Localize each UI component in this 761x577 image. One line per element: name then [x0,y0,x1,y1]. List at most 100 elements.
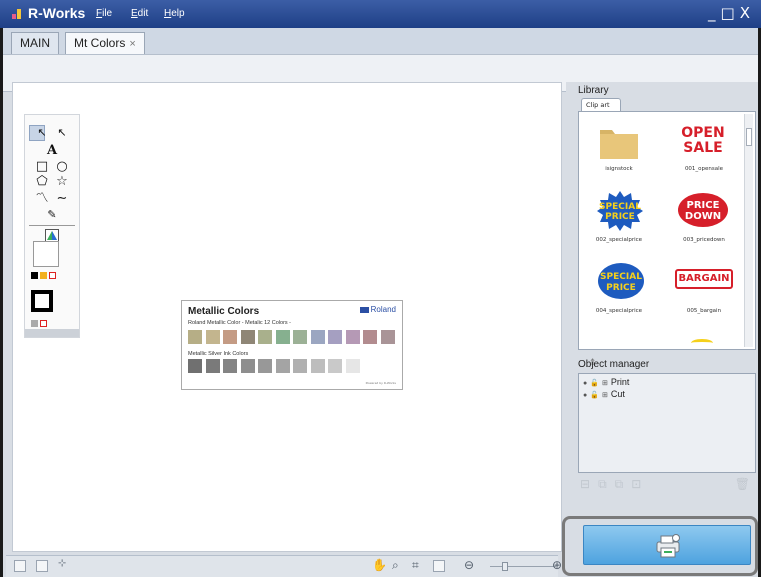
arrange-icon[interactable]: ⊡ [631,477,641,491]
open-sale-clipart[interactable]: OPEN SALE [675,126,731,160]
library-scrollbar[interactable] [744,114,753,347]
metallic-color-swatch [345,330,360,344]
select-pointer-glyph[interactable]: ↖ [32,124,52,142]
shape-tools-2: ⬠ ☆ [25,173,79,191]
metallic-color-swatch [188,330,202,344]
zoom-out-icon[interactable]: ⊖ [464,558,474,572]
group-icon[interactable]: ⧉ [598,477,607,491]
app-client-area: MAIN Mt Colors × ↖ ↖ A □ ○ ⬠ ☆ 〽 ∼ ✎ Met… [3,28,758,577]
metallic-color-swatch [380,330,395,344]
app-title: R-Works [28,5,86,21]
svg-text:PRICE: PRICE [605,212,635,222]
title-bar: R-Works File Edit Help _□X [0,0,761,28]
toolbox-footer [25,329,79,337]
doc-subtitle-metallic: Roland Metallic Color - Metalic 12 Color… [188,320,292,326]
ungroup-icon[interactable]: ⧉ [615,477,624,491]
bargain-clipart[interactable]: BARGAIN [675,269,733,289]
library-item-label: 003_pricedown [683,237,725,243]
stroke-color-swatch[interactable] [31,290,53,312]
price-down-clipart[interactable]: PRICE DOWN [677,192,729,231]
menu-file[interactable]: File [96,8,112,19]
library-item-label: 001_opensale [684,166,724,172]
svg-text:SPECIAL: SPECIAL [600,272,642,282]
polygon-icon[interactable]: ⬠ [32,173,52,191]
star-icon[interactable]: ☆ [52,173,72,191]
metallic-color-swatch [293,330,307,344]
clip-art-library: isignstock OPEN SALE 001_opensale SPECIAL… [578,111,756,368]
grid-icon[interactable] [14,560,26,572]
metallic-color-swatch [275,330,290,344]
tab-mt-colors[interactable]: Mt Colors × [65,32,145,54]
partial-clipart[interactable] [691,339,713,347]
zoom-in-icon[interactable]: ⊕ [552,558,562,572]
stroke-pencil-swatch[interactable] [31,320,38,327]
metallic-color-swatch [258,330,272,344]
tab-mt-colors-label: Mt Colors [74,36,126,50]
silver-color-swatch [275,359,290,373]
no-stroke-swatch[interactable] [40,320,47,327]
doc-title: Metallic Colors [188,306,260,317]
lock-icon[interactable]: 🔓 [590,392,599,399]
tab-main[interactable]: MAIN [11,32,59,54]
metallic-color-swatch [328,330,342,344]
fill-color-swatch[interactable] [33,241,59,267]
visibility-icon[interactable]: ● [583,380,587,387]
metallic-colors-chart[interactable]: Metallic Colors Roland Roland Metallic C… [181,300,403,390]
fit-page-icon[interactable] [433,560,445,572]
metallic-color-swatch [240,330,255,344]
zoom-slider-thumb[interactable] [502,562,508,571]
object-manager-panel: ● 🔓 ⊞ Print ● 🔓 ⊞ Cut [578,373,756,473]
document-tab-bar: MAIN Mt Colors × [3,28,758,54]
roland-logo: Roland [359,305,396,314]
lock-icon[interactable]: 🔓 [590,380,599,387]
drawing-toolbox: ↖ ↖ A □ ○ ⬠ ☆ 〽 ∼ ✎ [24,114,80,338]
orange-swatch[interactable] [40,272,47,279]
hand-icon[interactable]: ✋ [372,558,387,572]
silver-color-swatch [205,359,220,373]
library-item-label: 002_specialprice [595,237,643,243]
visibility-icon[interactable]: ● [583,392,587,399]
metallic-color-swatch [205,330,220,344]
zoom-slider-track[interactable] [490,566,556,567]
object-label: Print [610,377,630,387]
align-icon[interactable]: ⊟ [580,477,590,491]
object-manager-label: Object manager [578,359,650,370]
tab-close-icon[interactable]: × [129,38,135,50]
library-item-label: isignstock [605,166,633,172]
zoom-icon[interactable]: ⌕ [392,558,399,573]
delete-icon[interactable]: 🗑 [735,477,750,491]
node-edit-icon[interactable]: ↖ [52,124,72,142]
black-swatch[interactable] [31,272,38,279]
page-icon[interactable] [36,560,48,572]
doc-footer: Powered by R-Works [365,381,396,385]
snap-icon[interactable]: ⊹ [58,558,66,569]
silver-color-swatch [223,359,237,373]
window-controls[interactable]: _□X [708,4,755,22]
tab-clip-art[interactable]: Clip art [581,98,621,112]
silver-color-swatch [328,359,342,373]
menu-edit[interactable]: Edit [131,8,148,19]
object-row-cut[interactable]: ● 🔓 ⊞ Cut [583,389,625,399]
special-price-badge-clipart[interactable]: SPECIAL PRICE [597,190,643,235]
toolbox-divider [29,225,75,226]
design-canvas[interactable]: ↖ ↖ A □ ○ ⬠ ☆ 〽 ∼ ✎ Metallic Colors Roland R… [12,82,562,552]
silver-color-swatch [258,359,272,373]
fit-icon[interactable]: ⌗ [412,558,419,573]
pen-icon[interactable]: ✎ [25,206,79,224]
folder-icon[interactable] [599,124,639,163]
special-price-ellipse-clipart[interactable]: SPECIAL PRICE [597,262,645,303]
right-panel: Library Clip art isignstock OPEN SALE 001… [566,82,758,552]
silver-color-swatch [310,359,325,373]
status-bar: ⊹ ✋ ⌕ ⌗ ⊖ ⊕ [6,555,562,577]
library-scroll-thumb[interactable] [746,128,752,146]
metallic-color-swatch [310,330,325,344]
expand-icon[interactable]: ⊞ [602,392,608,399]
svg-text:PRICE: PRICE [606,283,636,293]
no-fill-swatch[interactable] [49,272,56,279]
expand-icon[interactable]: ⊞ [602,380,608,387]
object-row-print[interactable]: ● 🔓 ⊞ Print [583,377,629,387]
metallic-color-swatch [223,330,237,344]
print-button[interactable] [583,525,751,565]
library-item-label: 004_specialprice [595,308,643,314]
menu-help[interactable]: Help [164,8,185,19]
